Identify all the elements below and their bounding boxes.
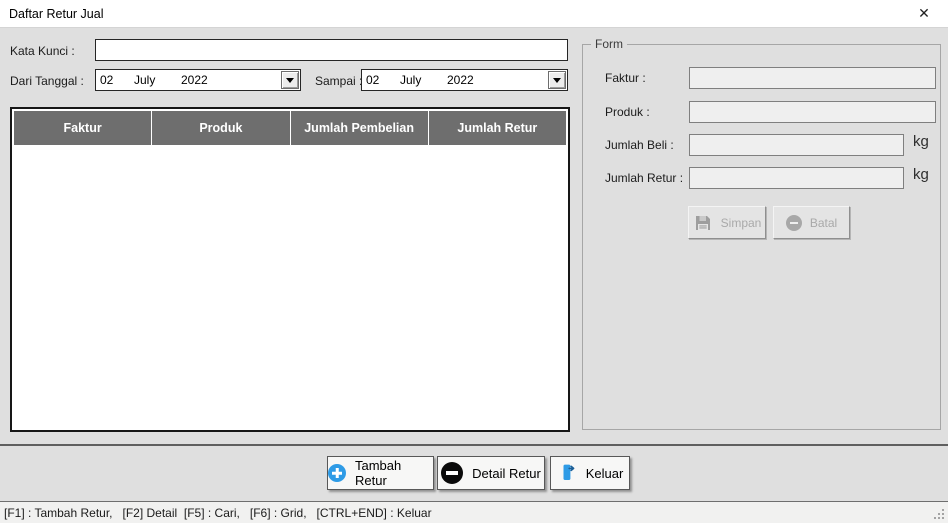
chevron-down-icon — [553, 77, 561, 83]
batal-button[interactable]: Batal — [773, 206, 850, 239]
app-window: Daftar Retur Jual ✕ Kata Kunci : Dari Ta… — [0, 0, 948, 523]
faktur-label: Faktur : — [605, 71, 646, 85]
tambah-retur-label: Tambah Retur — [355, 458, 402, 488]
from-date-month: July — [134, 73, 156, 87]
from-date-day: 02 — [100, 73, 114, 87]
cancel-circle-icon — [785, 214, 802, 231]
produk-input[interactable] — [689, 101, 936, 123]
shortcut-hints-text: [F1] : Tambah Retur, [F2] Detail [F5] : … — [4, 505, 432, 520]
jumlah-retur-unit: kg — [913, 166, 929, 183]
to-date-dropdown-button[interactable] — [548, 71, 566, 89]
jumlah-retur-label: Jumlah Retur : — [605, 171, 684, 185]
detail-retur-button[interactable]: Detail Retur — [437, 456, 545, 490]
tambah-retur-button[interactable]: Tambah Retur — [327, 456, 434, 490]
content-area: Kata Kunci : Dari Tanggal : 02 July 2022… — [0, 28, 948, 444]
exit-door-icon — [563, 464, 575, 480]
to-date-month: July — [400, 73, 422, 87]
floppy-disk-icon — [695, 215, 710, 230]
to-date-label: Sampai : — [315, 74, 363, 88]
from-date-dropdown-button[interactable] — [281, 71, 299, 89]
jumlah-beli-input[interactable] — [689, 134, 904, 156]
retur-table[interactable]: Faktur Produk Jumlah Pembelian Jumlah Re… — [10, 107, 570, 432]
produk-label: Produk : — [605, 105, 650, 119]
keyword-input[interactable] — [95, 39, 568, 61]
faktur-input[interactable] — [689, 67, 936, 89]
to-date-year: 2022 — [447, 73, 474, 87]
title-bar: Daftar Retur Jual ✕ — [0, 0, 948, 28]
jumlah-beli-unit: kg — [913, 133, 929, 150]
from-date-year: 2022 — [181, 73, 208, 87]
resize-grip[interactable] — [933, 508, 946, 521]
jumlah-beli-label: Jumlah Beli : — [605, 138, 674, 152]
column-header-jumlah-pembelian[interactable]: Jumlah Pembelian — [291, 111, 429, 145]
table-header-row: Faktur Produk Jumlah Pembelian Jumlah Re… — [14, 111, 566, 145]
from-date-label: Dari Tanggal : — [10, 74, 84, 88]
simpan-button[interactable]: Simpan — [688, 206, 766, 239]
action-bar: Tambah Retur Detail Retur Keluar — [0, 446, 948, 501]
to-date-day: 02 — [366, 73, 380, 87]
from-date-picker[interactable]: 02 July 2022 — [95, 69, 301, 91]
minus-circle-icon — [441, 462, 464, 484]
jumlah-retur-input[interactable] — [689, 167, 904, 189]
batal-button-label: Batal — [809, 215, 838, 230]
column-header-faktur[interactable]: Faktur — [14, 111, 153, 145]
table-body[interactable] — [14, 145, 566, 428]
chevron-down-icon — [286, 77, 294, 83]
simpan-button-label: Simpan — [720, 215, 762, 230]
form-groupbox-legend: Form — [591, 37, 627, 51]
form-groupbox: Form Faktur : Produk : Jumlah Beli : kg … — [582, 37, 941, 430]
close-icon[interactable]: ✕ — [908, 0, 940, 27]
to-date-picker[interactable]: 02 July 2022 — [361, 69, 568, 91]
column-header-produk[interactable]: Produk — [152, 111, 291, 145]
keluar-button[interactable]: Keluar — [550, 456, 630, 490]
plus-circle-icon — [328, 464, 346, 482]
column-header-jumlah-retur[interactable]: Jumlah Retur — [429, 111, 566, 145]
window-title: Daftar Retur Jual — [9, 6, 104, 21]
keluar-label: Keluar — [585, 465, 624, 481]
status-bar: [F1] : Tambah Retur, [F2] Detail [F5] : … — [0, 502, 948, 523]
keyword-label: Kata Kunci : — [10, 44, 75, 58]
detail-retur-label: Detail Retur — [472, 465, 541, 481]
